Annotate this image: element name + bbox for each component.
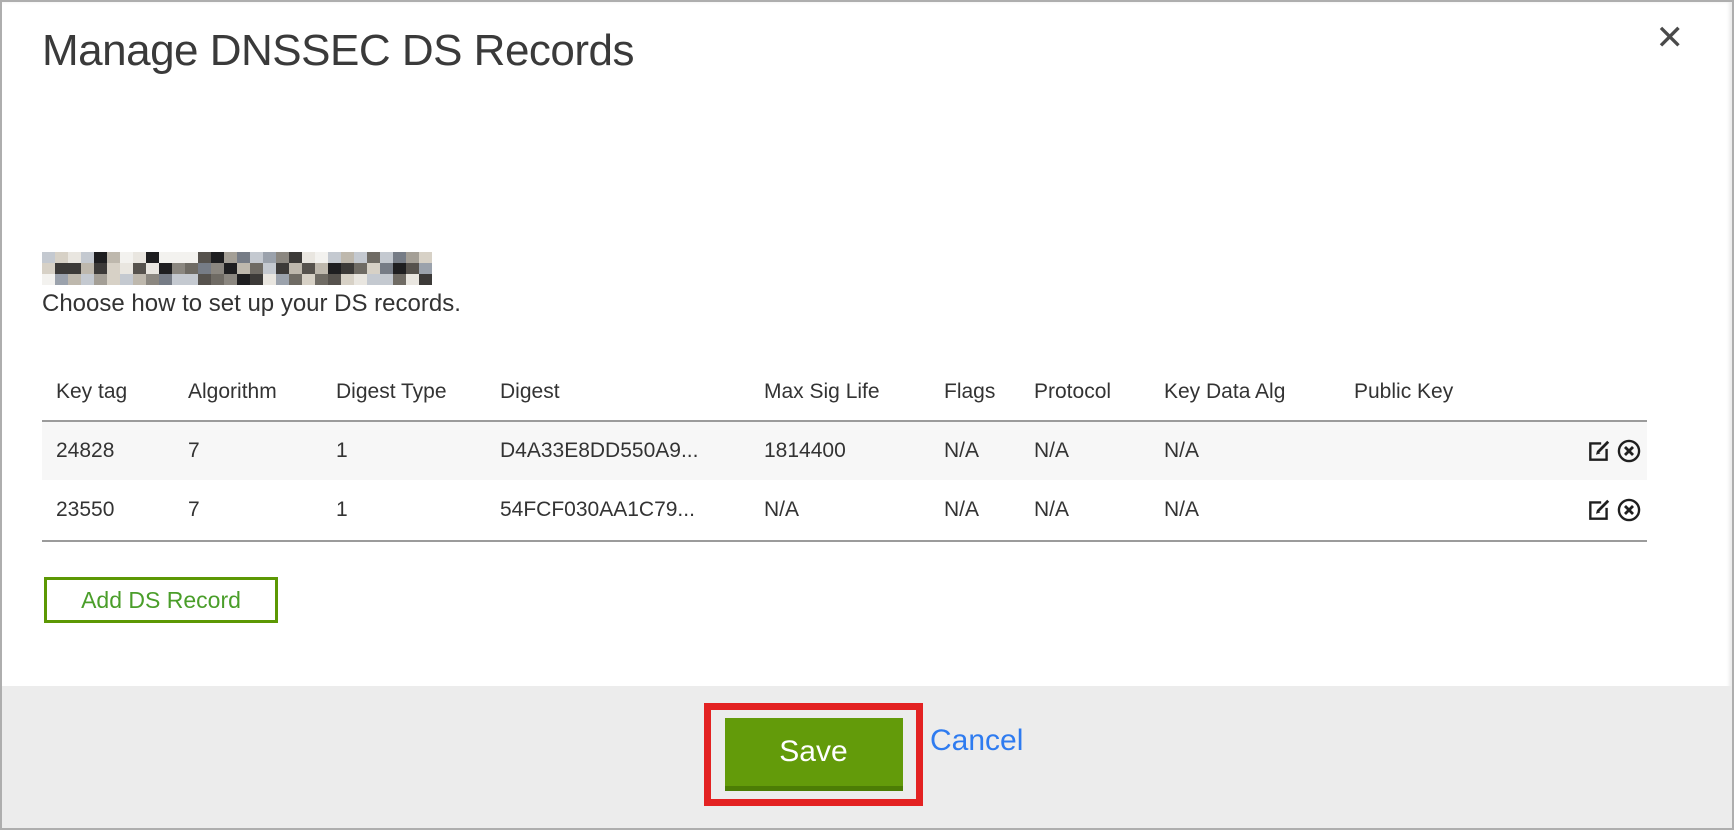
cancel-link[interactable]: Cancel bbox=[930, 724, 1023, 758]
cell-flags: N/A bbox=[944, 498, 1034, 522]
cell-key-tag: 23550 bbox=[42, 498, 188, 522]
edit-record-icon[interactable] bbox=[1585, 496, 1613, 524]
cell-max-sig-life: 1814400 bbox=[764, 439, 944, 463]
header-algorithm: Algorithm bbox=[188, 380, 336, 420]
cell-protocol: N/A bbox=[1034, 498, 1164, 522]
table-row: 24828 7 1 D4A33E8DD550A9... 1814400 N/A … bbox=[42, 422, 1647, 480]
header-digest-type: Digest Type bbox=[336, 380, 500, 420]
header-protocol: Protocol bbox=[1034, 380, 1164, 420]
header-max-sig-life: Max Sig Life bbox=[764, 380, 944, 420]
page-title: Manage DNSSEC DS Records bbox=[42, 26, 634, 76]
cell-digest-type: 1 bbox=[336, 498, 500, 522]
redacted-domain-name bbox=[42, 252, 432, 285]
cell-max-sig-life: N/A bbox=[764, 498, 944, 522]
table-header-row: Key tag Algorithm Digest Type Digest Max… bbox=[42, 356, 1647, 420]
header-public-key: Public Key bbox=[1354, 380, 1551, 420]
cell-digest: 54FCF030AA1C79... bbox=[500, 498, 764, 522]
header-digest: Digest bbox=[500, 380, 764, 420]
header-key-tag: Key tag bbox=[42, 380, 188, 420]
cell-digest-type: 1 bbox=[336, 439, 500, 463]
cell-key-tag: 24828 bbox=[42, 439, 188, 463]
row-actions bbox=[1551, 496, 1647, 524]
row-actions bbox=[1551, 437, 1647, 465]
add-ds-record-button[interactable]: Add DS Record bbox=[44, 577, 278, 623]
delete-record-icon[interactable] bbox=[1615, 496, 1643, 524]
annotation-highlight-box: Save bbox=[704, 703, 923, 806]
table-row: 23550 7 1 54FCF030AA1C79... N/A N/A N/A … bbox=[42, 480, 1647, 540]
cell-digest: D4A33E8DD550A9... bbox=[500, 439, 764, 463]
header-key-data-alg: Key Data Alg bbox=[1164, 380, 1354, 420]
close-icon[interactable]: ✕ bbox=[1650, 20, 1691, 56]
ds-records-table: Key tag Algorithm Digest Type Digest Max… bbox=[42, 356, 1647, 542]
cell-protocol: N/A bbox=[1034, 439, 1164, 463]
cell-key-data-alg: N/A bbox=[1164, 439, 1354, 463]
cell-algorithm: 7 bbox=[188, 439, 336, 463]
cell-key-data-alg: N/A bbox=[1164, 498, 1354, 522]
delete-record-icon[interactable] bbox=[1615, 437, 1643, 465]
edit-record-icon[interactable] bbox=[1585, 437, 1613, 465]
dialog-footer: Save Cancel bbox=[2, 686, 1732, 828]
manage-dnssec-dialog: Manage DNSSEC DS Records ✕ Choose how to… bbox=[0, 0, 1734, 830]
setup-instructions: Choose how to set up your DS records. bbox=[42, 290, 461, 318]
cell-algorithm: 7 bbox=[188, 498, 336, 522]
save-button[interactable]: Save bbox=[725, 718, 903, 791]
table-body: 24828 7 1 D4A33E8DD550A9... 1814400 N/A … bbox=[42, 420, 1647, 542]
header-flags: Flags bbox=[944, 380, 1034, 420]
cell-flags: N/A bbox=[944, 439, 1034, 463]
